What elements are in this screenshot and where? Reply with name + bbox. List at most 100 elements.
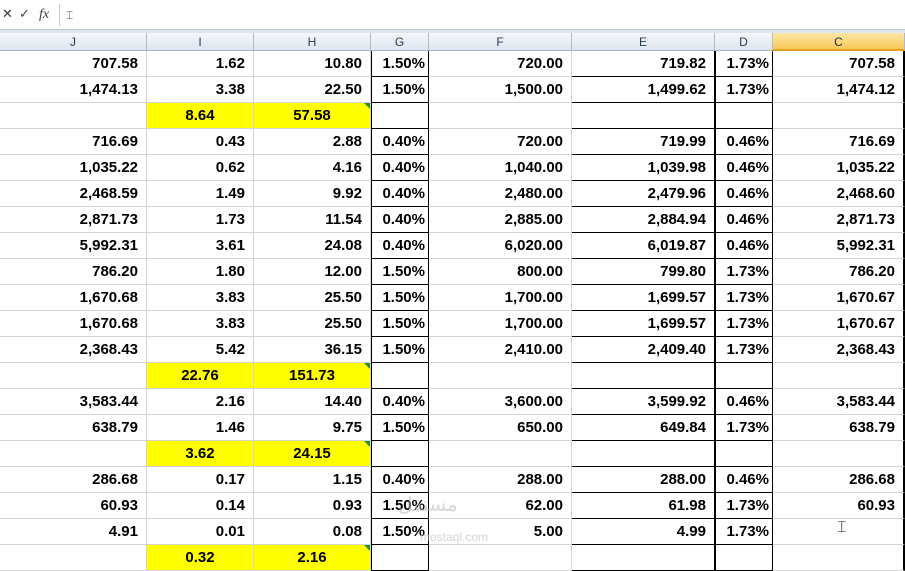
cell-h-9[interactable]: 12.00 — [254, 259, 371, 285]
column-header-c[interactable]: C — [773, 33, 905, 51]
cell-h-8[interactable]: 24.08 — [254, 233, 371, 259]
cell-e-12[interactable]: 2,409.40 — [572, 337, 715, 363]
cell-h-17[interactable]: 1.15 — [254, 467, 371, 493]
cell-g-13[interactable] — [371, 363, 429, 389]
cell-g-4[interactable]: 0.40% — [371, 129, 429, 155]
cell-f-19[interactable]: 5.00 — [429, 519, 572, 545]
cell-c-3[interactable] — [773, 103, 905, 129]
cell-h-13[interactable]: 151.73 — [254, 363, 371, 389]
cell-j-3[interactable] — [0, 103, 147, 129]
cell-i-18[interactable]: 0.14 — [147, 493, 254, 519]
cell-i-17[interactable]: 0.17 — [147, 467, 254, 493]
cell-g-9[interactable]: 1.50% — [371, 259, 429, 285]
cell-j-9[interactable]: 786.20 — [0, 259, 147, 285]
cell-d-18[interactable]: 1.73% — [715, 493, 773, 519]
cell-j-7[interactable]: 2,871.73 — [0, 207, 147, 233]
cell-c-7[interactable]: 2,871.73 — [773, 207, 905, 233]
cell-e-10[interactable]: 1,699.57 — [572, 285, 715, 311]
cell-c-4[interactable]: 716.69 — [773, 129, 905, 155]
cell-f-8[interactable]: 6,020.00 — [429, 233, 572, 259]
cell-i-16[interactable]: 3.62 — [147, 441, 254, 467]
cell-c-10[interactable]: 1,670.67 — [773, 285, 905, 311]
cell-j-12[interactable]: 2,368.43 — [0, 337, 147, 363]
cell-g-7[interactable]: 0.40% — [371, 207, 429, 233]
cell-f-12[interactable]: 2,410.00 — [429, 337, 572, 363]
cell-d-11[interactable]: 1.73% — [715, 311, 773, 337]
column-header-j[interactable]: J — [0, 33, 147, 51]
cell-d-15[interactable]: 1.73% — [715, 415, 773, 441]
cell-c-13[interactable] — [773, 363, 905, 389]
cell-c-1[interactable]: 707.58 — [773, 51, 905, 77]
cell-g-15[interactable]: 1.50% — [371, 415, 429, 441]
cell-h-14[interactable]: 14.40 — [254, 389, 371, 415]
cell-f-16[interactable] — [429, 441, 572, 467]
cell-d-2[interactable]: 1.73% — [715, 77, 773, 103]
cell-g-12[interactable]: 1.50% — [371, 337, 429, 363]
cell-c-12[interactable]: 2,368.43 — [773, 337, 905, 363]
cell-c-2[interactable]: 1,474.12 — [773, 77, 905, 103]
cell-f-5[interactable]: 1,040.00 — [429, 155, 572, 181]
cell-c-17[interactable]: 286.68 — [773, 467, 905, 493]
cell-e-2[interactable]: 1,499.62 — [572, 77, 715, 103]
cell-g-14[interactable]: 0.40% — [371, 389, 429, 415]
cell-d-10[interactable]: 1.73% — [715, 285, 773, 311]
cell-i-3[interactable]: 8.64 — [147, 103, 254, 129]
cell-i-4[interactable]: 0.43 — [147, 129, 254, 155]
cell-c-18[interactable]: 60.93 — [773, 493, 905, 519]
cell-d-8[interactable]: 0.46% — [715, 233, 773, 259]
cell-f-13[interactable] — [429, 363, 572, 389]
cell-h-12[interactable]: 36.15 — [254, 337, 371, 363]
cell-f-2[interactable]: 1,500.00 — [429, 77, 572, 103]
cell-g-19[interactable]: 1.50% — [371, 519, 429, 545]
cell-d-17[interactable]: 0.46% — [715, 467, 773, 493]
cell-g-2[interactable]: 1.50% — [371, 77, 429, 103]
cell-c-20[interactable] — [773, 545, 905, 571]
cell-e-1[interactable]: 719.82 — [572, 51, 715, 77]
cell-g-3[interactable] — [371, 103, 429, 129]
cell-d-20[interactable] — [715, 545, 773, 571]
cell-f-7[interactable]: 2,885.00 — [429, 207, 572, 233]
cell-c-6[interactable]: 2,468.60 — [773, 181, 905, 207]
cell-f-3[interactable] — [429, 103, 572, 129]
cell-g-10[interactable]: 1.50% — [371, 285, 429, 311]
cell-d-4[interactable]: 0.46% — [715, 129, 773, 155]
cell-f-17[interactable]: 288.00 — [429, 467, 572, 493]
cell-d-16[interactable] — [715, 441, 773, 467]
cancel-icon[interactable]: ✕ — [2, 6, 13, 24]
cell-i-10[interactable]: 3.83 — [147, 285, 254, 311]
cell-g-1[interactable]: 1.50% — [371, 51, 429, 77]
cell-c-14[interactable]: 3,583.44 — [773, 389, 905, 415]
cell-d-5[interactable]: 0.46% — [715, 155, 773, 181]
cell-f-18[interactable]: 62.00 — [429, 493, 572, 519]
cell-e-18[interactable]: 61.98 — [572, 493, 715, 519]
cell-h-3[interactable]: 57.58 — [254, 103, 371, 129]
cell-c-8[interactable]: 5,992.31 — [773, 233, 905, 259]
cell-i-15[interactable]: 1.46 — [147, 415, 254, 441]
insert-function-icon[interactable]: fx — [39, 6, 49, 24]
cell-h-2[interactable]: 22.50 — [254, 77, 371, 103]
cell-f-11[interactable]: 1,700.00 — [429, 311, 572, 337]
cell-d-3[interactable] — [715, 103, 773, 129]
cell-j-16[interactable] — [0, 441, 147, 467]
cell-g-20[interactable] — [371, 545, 429, 571]
cell-j-1[interactable]: 707.58 — [0, 51, 147, 77]
cell-d-6[interactable]: 0.46% — [715, 181, 773, 207]
cell-f-4[interactable]: 720.00 — [429, 129, 572, 155]
cell-j-17[interactable]: 286.68 — [0, 467, 147, 493]
cell-i-6[interactable]: 1.49 — [147, 181, 254, 207]
cell-e-16[interactable] — [572, 441, 715, 467]
cell-e-13[interactable] — [572, 363, 715, 389]
column-header-d[interactable]: D — [715, 33, 773, 51]
cell-e-3[interactable] — [572, 103, 715, 129]
cell-j-19[interactable]: 4.91 — [0, 519, 147, 545]
cell-h-16[interactable]: 24.15 — [254, 441, 371, 467]
cell-e-17[interactable]: 288.00 — [572, 467, 715, 493]
cell-h-20[interactable]: 2.16 — [254, 545, 371, 571]
cell-h-6[interactable]: 9.92 — [254, 181, 371, 207]
cell-i-14[interactable]: 2.16 — [147, 389, 254, 415]
cell-j-15[interactable]: 638.79 — [0, 415, 147, 441]
cell-f-1[interactable]: 720.00 — [429, 51, 572, 77]
cell-h-15[interactable]: 9.75 — [254, 415, 371, 441]
column-header-h[interactable]: H — [254, 33, 371, 51]
cell-e-20[interactable] — [572, 545, 715, 571]
